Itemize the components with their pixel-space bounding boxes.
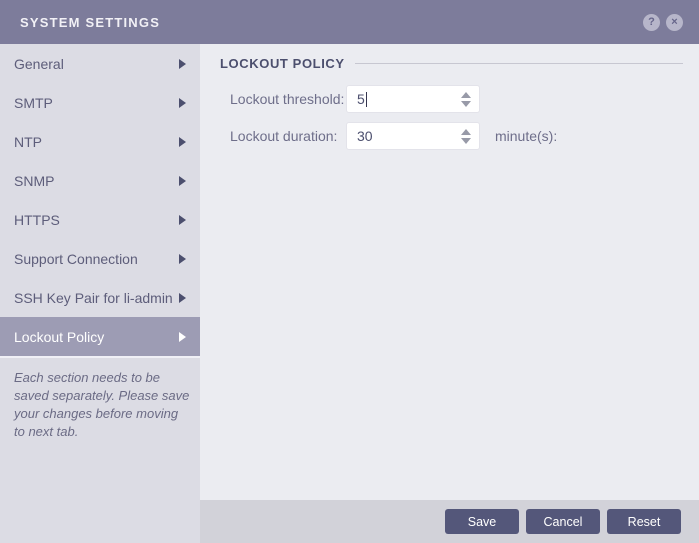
sidebar-divider: [0, 356, 200, 358]
sidebar-item-label: Lockout Policy: [14, 329, 173, 345]
reset-button[interactable]: Reset: [607, 509, 681, 534]
content-area: LOCKOUT POLICY Lockout threshold: 5: [200, 44, 699, 500]
sidebar-item-label: SNMP: [14, 173, 173, 189]
lockout-form: Lockout threshold: 5 Lockout duration:: [220, 85, 683, 150]
sidebar-item-label: Support Connection: [14, 251, 173, 267]
sidebar-item-snmp[interactable]: SNMP: [0, 161, 200, 200]
section-header: LOCKOUT POLICY: [220, 56, 683, 71]
footer-bar: Save Cancel Reset: [200, 500, 699, 543]
chevron-right-icon: [179, 254, 186, 264]
sidebar-item-ssh-key-pair[interactable]: SSH Key Pair for li-admin: [0, 278, 200, 317]
help-icon[interactable]: ?: [643, 14, 660, 31]
system-settings-dialog: SYSTEM SETTINGS ? × General SMTP NTP SNM…: [0, 0, 699, 543]
close-icon[interactable]: ×: [666, 14, 683, 31]
spinner-up-icon[interactable]: [461, 129, 471, 135]
chevron-right-icon: [179, 137, 186, 147]
dialog-body: General SMTP NTP SNMP HTTPS Support Conn…: [0, 44, 699, 543]
sidebar-item-support-connection[interactable]: Support Connection: [0, 239, 200, 278]
lockout-threshold-stepper[interactable]: [461, 86, 471, 112]
lockout-threshold-label: Lockout threshold:: [230, 91, 346, 107]
dialog-title: SYSTEM SETTINGS: [20, 15, 160, 30]
sidebar-item-ntp[interactable]: NTP: [0, 122, 200, 161]
cancel-button[interactable]: Cancel: [526, 509, 600, 534]
spinner-down-icon[interactable]: [461, 101, 471, 107]
lockout-duration-suffix: minute(s):: [495, 128, 557, 144]
lockout-duration-input[interactable]: 30: [346, 122, 480, 150]
sidebar-item-label: HTTPS: [14, 212, 173, 228]
lockout-threshold-value: 5: [357, 91, 365, 107]
sidebar-item-lockout-policy[interactable]: Lockout Policy: [0, 317, 200, 356]
sidebar-item-label: General: [14, 56, 173, 72]
sidebar-item-label: SSH Key Pair for li-admin: [14, 290, 173, 306]
sidebar-item-general[interactable]: General: [0, 44, 200, 83]
sidebar-item-smtp[interactable]: SMTP: [0, 83, 200, 122]
sidebar-note: Each section needs to be saved separatel…: [14, 369, 190, 441]
titlebar-icons: ? ×: [643, 14, 683, 31]
section-rule: [355, 63, 683, 64]
lockout-threshold-input[interactable]: 5: [346, 85, 480, 113]
title-bar: SYSTEM SETTINGS ? ×: [0, 0, 699, 44]
chevron-right-icon: [179, 215, 186, 225]
sidebar-item-label: NTP: [14, 134, 173, 150]
lockout-threshold-row: Lockout threshold: 5: [230, 85, 683, 113]
spinner-down-icon[interactable]: [461, 138, 471, 144]
chevron-right-icon: [179, 98, 186, 108]
chevron-right-icon: [179, 59, 186, 69]
section-title: LOCKOUT POLICY: [220, 56, 345, 71]
text-caret: [366, 92, 367, 107]
lockout-duration-label: Lockout duration:: [230, 128, 346, 144]
sidebar-item-label: SMTP: [14, 95, 173, 111]
sidebar-item-https[interactable]: HTTPS: [0, 200, 200, 239]
chevron-right-icon: [179, 176, 186, 186]
lockout-duration-value: 30: [357, 128, 373, 144]
lockout-duration-stepper[interactable]: [461, 123, 471, 149]
main-panel: LOCKOUT POLICY Lockout threshold: 5: [200, 44, 699, 543]
spinner-up-icon[interactable]: [461, 92, 471, 98]
chevron-right-icon: [179, 293, 186, 303]
sidebar: General SMTP NTP SNMP HTTPS Support Conn…: [0, 44, 200, 543]
save-button[interactable]: Save: [445, 509, 519, 534]
chevron-right-icon: [179, 332, 186, 342]
lockout-duration-row: Lockout duration: 30 minute(s):: [230, 122, 683, 150]
